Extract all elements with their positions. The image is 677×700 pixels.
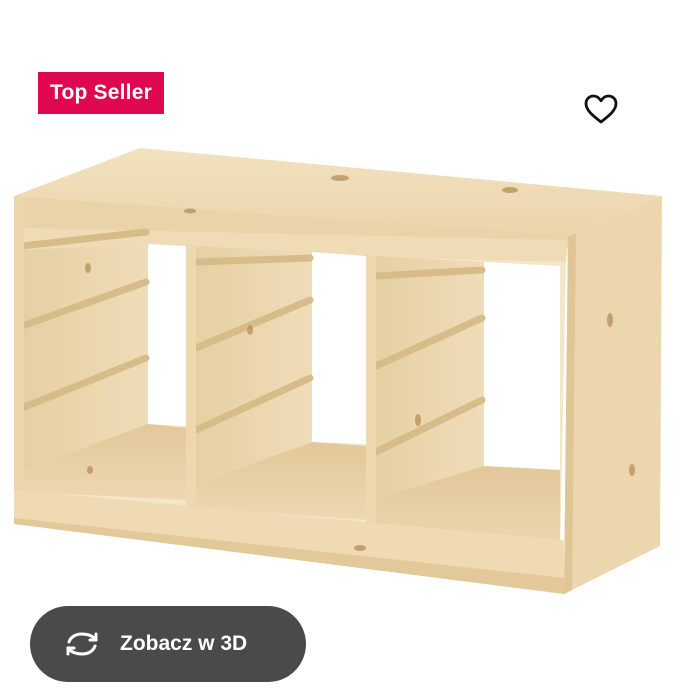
- product-image[interactable]: [0, 140, 677, 610]
- view-3d-button[interactable]: Zobacz w 3D: [30, 606, 306, 682]
- top-seller-label: Top Seller: [50, 81, 152, 104]
- rotate-arrows-icon: [62, 629, 102, 659]
- view-3d-label: Zobacz w 3D: [120, 632, 248, 655]
- heart-outline-icon: [584, 94, 618, 124]
- top-seller-badge: Top Seller: [38, 72, 164, 114]
- favourite-button[interactable]: [578, 88, 624, 130]
- product-gallery: Top Seller Zobacz w 3D: [0, 0, 677, 700]
